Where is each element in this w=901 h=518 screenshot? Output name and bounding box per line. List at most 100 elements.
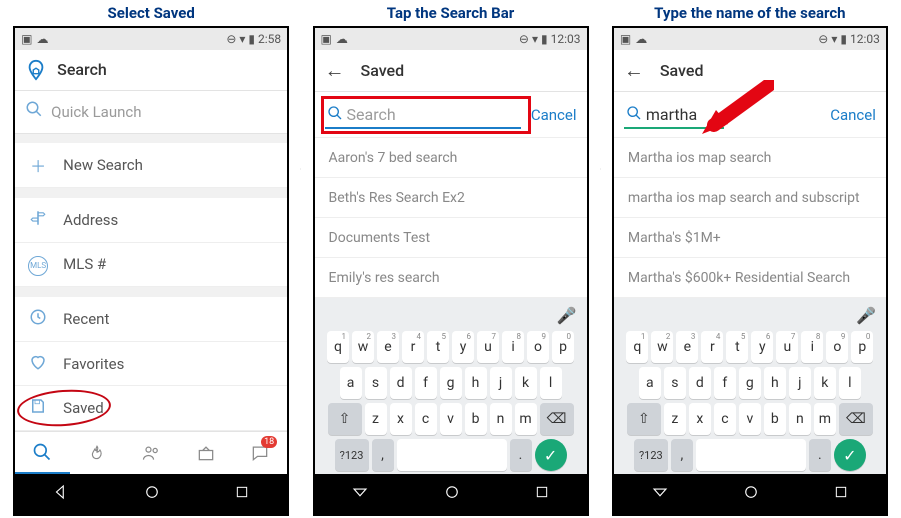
nav-back[interactable] (651, 483, 669, 505)
key-shift[interactable]: ⇧ (627, 403, 661, 435)
key-f[interactable]: f (415, 367, 437, 399)
nav-home[interactable] (143, 483, 161, 505)
list-item[interactable]: Martha ios map search (614, 138, 886, 178)
key-n[interactable]: n (490, 403, 512, 435)
key-enter[interactable]: ✓ (535, 439, 567, 471)
key-u[interactable]: 7u (477, 331, 499, 363)
key-l[interactable]: l (839, 367, 861, 399)
key-b[interactable]: b (465, 403, 487, 435)
tab-messages[interactable]: 18 (233, 432, 287, 474)
key-comma[interactable]: , (372, 439, 394, 471)
nav-back[interactable] (351, 483, 369, 505)
key-d[interactable]: d (689, 367, 711, 399)
tab-contacts[interactable] (124, 432, 178, 474)
row-favorites[interactable]: Favorites (15, 342, 287, 387)
key-space[interactable] (397, 439, 507, 471)
key-c[interactable]: c (714, 403, 736, 435)
nav-recent[interactable] (234, 484, 250, 504)
key-b[interactable]: b (764, 403, 786, 435)
key-r[interactable]: 4r (701, 331, 723, 363)
key-period[interactable]: . (510, 439, 532, 471)
key-period[interactable]: . (809, 439, 831, 471)
back-arrow-icon[interactable]: ← (325, 58, 345, 83)
key-p[interactable]: 0p (552, 331, 574, 363)
key-t[interactable]: 5t (427, 331, 449, 363)
key-i[interactable]: 8i (502, 331, 524, 363)
key-b[interactable]: s (365, 367, 387, 399)
list-item[interactable]: Martha's $1M+ (614, 218, 886, 258)
row-address[interactable]: Address (15, 198, 287, 243)
key-t[interactable]: 5t (726, 331, 748, 363)
key-j[interactable]: j (490, 367, 512, 399)
key-comma[interactable]: , (671, 439, 693, 471)
tab-carts[interactable] (178, 432, 232, 474)
list-item[interactable]: Beth's Res Search Ex2 (315, 178, 587, 218)
key-h[interactable]: h (764, 367, 786, 399)
search-input[interactable]: Search (325, 101, 521, 129)
key-space[interactable] (696, 439, 806, 471)
list-item[interactable]: Documents Test (315, 218, 587, 258)
quick-launch-input[interactable]: Quick Launch (15, 91, 287, 134)
key-d[interactable]: d (390, 367, 412, 399)
key-m[interactable]: m (814, 403, 836, 435)
key-q[interactable]: 1q (626, 331, 648, 363)
key-i[interactable]: 8i (801, 331, 823, 363)
cancel-button[interactable]: Cancel (531, 106, 577, 124)
cancel-button[interactable]: Cancel (830, 106, 876, 124)
row-new-search[interactable]: ＋ New Search (15, 143, 287, 188)
mic-icon[interactable]: 🎤 (856, 306, 876, 325)
key-r[interactable]: 4r (402, 331, 424, 363)
key-z[interactable]: z (664, 403, 686, 435)
nav-home[interactable] (742, 483, 760, 505)
key-l[interactable]: l (540, 367, 562, 399)
row-mls[interactable]: MLS MLS # (15, 243, 287, 288)
key-y[interactable]: 6y (452, 331, 474, 363)
key-e[interactable]: 3e (377, 331, 399, 363)
key-e[interactable]: 3e (676, 331, 698, 363)
key-o[interactable]: 9o (527, 331, 549, 363)
key-v[interactable]: v (739, 403, 761, 435)
nav-recent[interactable] (534, 484, 550, 504)
key-f[interactable]: f (714, 367, 736, 399)
key-x[interactable]: x (390, 403, 412, 435)
key-w[interactable]: 2w (352, 331, 374, 363)
row-recent[interactable]: Recent (15, 297, 287, 342)
key-a[interactable]: a (639, 367, 661, 399)
list-item[interactable]: Aaron's 7 bed search (315, 138, 587, 178)
key-enter[interactable]: ✓ (834, 439, 866, 471)
key-k[interactable]: k (814, 367, 836, 399)
row-saved[interactable]: Saved (15, 386, 287, 431)
key-q[interactable]: 1q (327, 331, 349, 363)
key-z[interactable]: z (365, 403, 387, 435)
mic-icon[interactable]: 🎤 (557, 306, 577, 325)
key-m[interactable]: m (515, 403, 537, 435)
search-input[interactable]: martha (624, 101, 724, 129)
key-u[interactable]: 7u (776, 331, 798, 363)
key-a[interactable]: a (340, 367, 362, 399)
key-y[interactable]: 6y (751, 331, 773, 363)
key-p[interactable]: 0p (851, 331, 873, 363)
key-symbols[interactable]: ?123 (335, 439, 369, 471)
key-x[interactable]: x (689, 403, 711, 435)
nav-back[interactable] (52, 483, 70, 505)
key-backspace[interactable]: ⌫ (540, 403, 574, 435)
list-item[interactable]: Martha's $600k+ Residential Search (614, 258, 886, 298)
key-k[interactable]: k (515, 367, 537, 399)
key-backspace[interactable]: ⌫ (839, 403, 873, 435)
key-v[interactable]: v (440, 403, 462, 435)
key-g[interactable]: g (440, 367, 462, 399)
key-o[interactable]: 9o (826, 331, 848, 363)
back-arrow-icon[interactable]: ← (624, 58, 644, 83)
list-item[interactable]: martha ios map search and subscript (614, 178, 886, 218)
list-item[interactable]: Emily's res search (315, 258, 587, 298)
key-h[interactable]: h (465, 367, 487, 399)
key-c[interactable]: c (415, 403, 437, 435)
key-g[interactable]: g (739, 367, 761, 399)
key-n[interactable]: n (789, 403, 811, 435)
key-w[interactable]: 2w (651, 331, 673, 363)
key-shift[interactable]: ⇧ (328, 403, 362, 435)
key-j[interactable]: j (789, 367, 811, 399)
nav-home[interactable] (443, 483, 461, 505)
key-symbols[interactable]: ?123 (634, 439, 668, 471)
tab-search[interactable] (15, 432, 69, 474)
